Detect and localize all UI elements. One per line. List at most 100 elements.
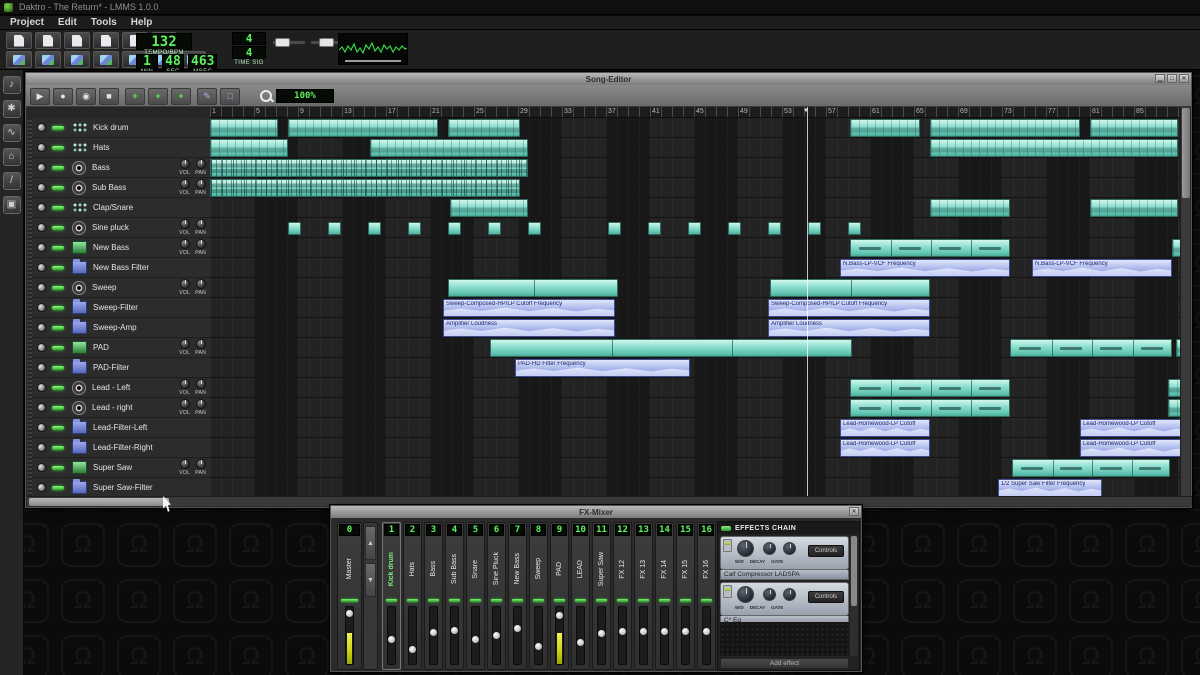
pattern-segment[interactable] <box>210 119 278 137</box>
fader-handle[interactable] <box>555 612 563 619</box>
track-lane[interactable] <box>210 198 1184 218</box>
root-directory-icon[interactable]: / <box>2 172 21 190</box>
channel-fader[interactable] <box>701 606 711 665</box>
bb-editor-button[interactable] <box>35 51 61 68</box>
channel-fader[interactable] <box>512 606 522 665</box>
track-name[interactable]: Sine pluck <box>92 223 129 232</box>
channel-name[interactable]: LEAD <box>572 541 589 597</box>
effect-name[interactable]: Calf Compressor LADSPA <box>720 570 849 580</box>
track-mute-button[interactable] <box>37 203 46 212</box>
pan-knob[interactable] <box>195 279 206 289</box>
channel-name[interactable]: FX 15 <box>677 541 694 597</box>
fader-handle[interactable] <box>639 628 647 635</box>
track-mute-button[interactable] <box>37 343 46 352</box>
track-lane[interactable] <box>210 138 1184 158</box>
track-mute-button[interactable] <box>37 143 46 152</box>
track-grip-handle[interactable] <box>27 217 32 238</box>
pattern-segment[interactable] <box>448 279 618 297</box>
channel-name[interactable]: Bass <box>425 541 442 597</box>
track-lane[interactable]: PAD-HD Filter Frequency <box>210 358 1184 378</box>
vol-knob[interactable] <box>179 379 190 389</box>
track-mute-button[interactable] <box>37 423 46 432</box>
decay-knob[interactable] <box>763 588 776 601</box>
track-grip-handle[interactable] <box>27 477 32 498</box>
close-icon[interactable]: ✕ <box>849 507 859 516</box>
mixer-channel-13[interactable]: 13 FX 13 <box>634 522 653 670</box>
track-grip-handle[interactable] <box>27 417 32 438</box>
automation-pattern[interactable]: Lead-Homewood-LP Cutoff <box>840 439 930 457</box>
pattern-segment[interactable] <box>370 139 528 157</box>
channel-name[interactable]: Sweep <box>530 541 547 597</box>
automation-pattern[interactable]: PAD-HD Filter Frequency <box>515 359 690 377</box>
pan-knob[interactable] <box>195 399 206 409</box>
save-project-button[interactable] <box>64 32 90 49</box>
channel-name[interactable]: FX 16 <box>698 541 715 597</box>
channel-name[interactable]: FX 14 <box>656 541 673 597</box>
mixer-channel-4[interactable]: 4 Sub Bass <box>445 522 464 670</box>
channel-name[interactable]: Snare <box>467 541 484 597</box>
pattern-segment[interactable] <box>488 222 501 235</box>
mixer-channel-7[interactable]: 7 New Bass <box>508 522 527 670</box>
mixer-channel-14[interactable]: 14 FX 14 <box>655 522 674 670</box>
track-lane[interactable] <box>210 238 1184 258</box>
mixer-channel-6[interactable]: 6 Sine Pluck <box>487 522 506 670</box>
pattern-segment[interactable] <box>850 379 1010 397</box>
record-accompany-button[interactable]: ◉ <box>76 88 96 105</box>
open-project-button[interactable] <box>35 32 61 49</box>
fader-handle[interactable] <box>576 639 584 646</box>
automation-pattern[interactable]: Sweep-Composed-HP/LP Cutoff Frequency <box>443 299 615 317</box>
pattern-segment[interactable] <box>1090 199 1178 217</box>
track-lane[interactable] <box>210 278 1184 298</box>
stop-button[interactable]: ■ <box>99 88 119 105</box>
pattern-segment[interactable] <box>930 139 1178 157</box>
controls-button[interactable]: Controls <box>808 591 844 603</box>
track-grip-handle[interactable] <box>27 157 32 178</box>
pan-knob[interactable] <box>195 159 206 169</box>
channel-fader[interactable] <box>638 606 648 665</box>
track-grip-handle[interactable] <box>27 117 32 138</box>
automation-pattern[interactable]: Amplifier Loudness <box>768 319 930 337</box>
track-name[interactable]: Lead-Filter-Right <box>93 443 153 452</box>
channel-name[interactable]: Master <box>338 541 361 597</box>
automation-pattern[interactable]: Lead-Homewood-LP Cutoff <box>1080 439 1184 457</box>
timeline-ruler[interactable]: 1 5 9 13 17 21 25 29 33 37 41 45 49 53 57 61 65 69 73 77 81 8… <box>210 107 1184 118</box>
presets-icon[interactable]: ✱ <box>2 100 21 118</box>
close-icon[interactable]: ✕ <box>1179 74 1189 83</box>
channel-fader[interactable] <box>659 606 669 665</box>
fader-handle[interactable] <box>471 636 479 643</box>
track-lane[interactable]: Amplifier Loudness Amplifier Loudness <box>210 318 1184 338</box>
vol-knob[interactable] <box>179 159 190 169</box>
channel-fader[interactable] <box>575 606 585 665</box>
track-mute-button[interactable] <box>37 283 46 292</box>
output-visualizer[interactable] <box>338 33 408 65</box>
fader-handle[interactable] <box>702 628 710 635</box>
track-name[interactable]: New Bass <box>93 243 129 252</box>
menu-item-tools[interactable]: Tools <box>91 17 117 28</box>
automation-pattern[interactable]: 1/2 Super Saw Filter Frequency <box>998 479 1102 497</box>
track-lane[interactable] <box>210 158 1184 178</box>
track-lane[interactable] <box>210 398 1184 418</box>
add-automation-track-button[interactable]: + <box>171 88 191 105</box>
mixer-channel-10[interactable]: 10 LEAD <box>571 522 590 670</box>
track-grip-handle[interactable] <box>27 297 32 318</box>
track-name[interactable]: Sweep <box>92 283 116 292</box>
pattern-segment[interactable] <box>1012 459 1170 477</box>
channel-fader[interactable] <box>554 606 564 665</box>
track-mute-button[interactable] <box>37 483 46 492</box>
automation-pattern[interactable]: Amplifier Loudness <box>443 319 615 337</box>
fader-handle[interactable] <box>681 628 689 635</box>
effect-enabled-led[interactable] <box>723 585 732 598</box>
pattern-segment[interactable] <box>528 222 541 235</box>
track-name[interactable]: Lead-Filter-Left <box>93 423 147 432</box>
playhead-marker-icon[interactable]: ▼ <box>803 108 809 114</box>
effect-enabled-led[interactable] <box>723 539 732 552</box>
track-grip-handle[interactable] <box>27 337 32 358</box>
zoom-control[interactable]: 100% <box>260 88 334 103</box>
automation-pattern[interactable]: Lead-Homewood-LP Cutoff <box>840 419 930 437</box>
track-name[interactable]: Super Saw <box>93 463 132 472</box>
channel-name[interactable]: Kick drum <box>383 541 400 597</box>
channel-name[interactable]: New Bass <box>509 541 526 597</box>
channel-name[interactable]: PAD <box>551 541 568 597</box>
track-name[interactable]: PAD-Filter <box>93 363 129 372</box>
add-bb-track-button[interactable]: + <box>125 88 145 105</box>
